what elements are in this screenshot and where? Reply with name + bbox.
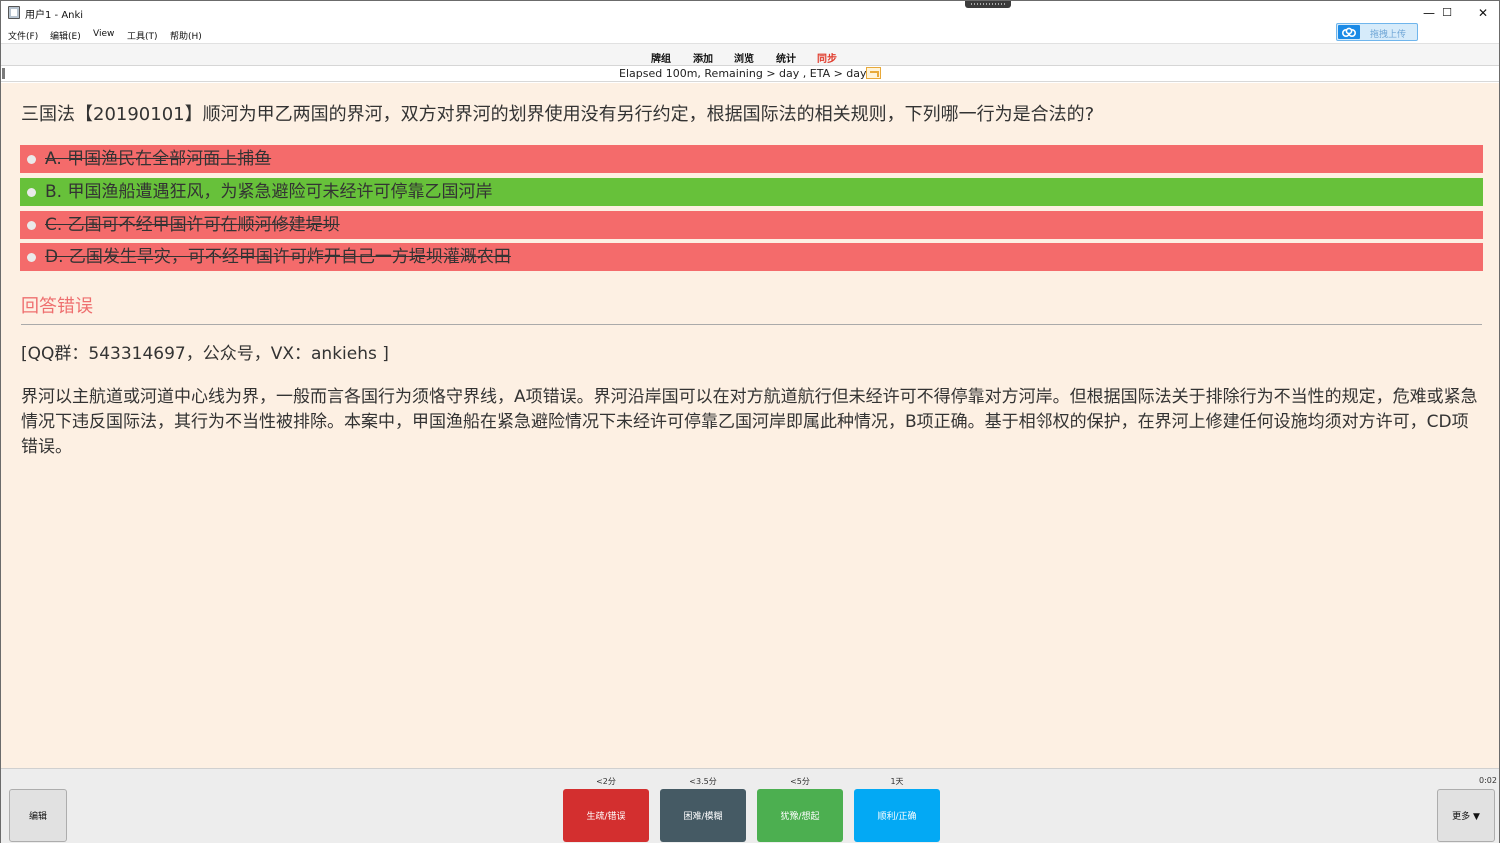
review-bottom-bar: 编辑 <2分 生疏/错误 <3.5分 困难/模糊 <5分 犹豫/想起 1天 顺利… <box>1 768 1499 843</box>
question-text: 三国法【20190101】顺河为甲乙两国的界河，双方对界河的划界使用没有另行约定… <box>21 104 1095 125</box>
option-c-text: C. 乙国可不经甲国许可在顺河修建堤坝 <box>45 215 340 235</box>
anki-window: 用户1 - Anki — ☐ ✕ 文件(F) 编辑(E) View 工具(T) … <box>0 0 1500 843</box>
sync-status-icon[interactable] <box>866 67 881 79</box>
answer-timer: 0:02 <box>1479 776 1497 785</box>
divider <box>21 324 1482 325</box>
card-content: 三国法【20190101】顺河为甲乙两国的界河，双方对界河的划界使用没有另行约定… <box>1 83 1499 768</box>
option-a[interactable]: A. 甲国渔民在全部河面上捕鱼 <box>20 145 1483 173</box>
easy-button[interactable]: 顺利/正确 <box>854 789 940 842</box>
toolbar-sync[interactable]: 同步 <box>817 50 837 65</box>
good-button[interactable]: 犹豫/想起 <box>757 789 843 842</box>
upload-label: 拖拽上传 <box>1370 30 1407 40</box>
option-d-text: D. 乙国发生旱灾，可不经甲国许可炸开自己一方堤坝灌溉农田 <box>45 247 511 267</box>
toolbar-browse[interactable]: 浏览 <box>734 50 754 65</box>
menu-file[interactable]: 文件(F) <box>8 29 38 42</box>
contact-info: [QQ群：543314697，公众号，VX：ankiehs ] <box>21 344 389 364</box>
window-handle[interactable] <box>965 1 1011 8</box>
option-d[interactable]: D. 乙国发生旱灾，可不经甲国许可炸开自己一方堤坝灌溉农田 <box>20 243 1483 271</box>
menu-help[interactable]: 帮助(H) <box>170 29 202 42</box>
toolbar-decks[interactable]: 牌组 <box>651 50 671 65</box>
window-title: 用户1 - Anki <box>25 10 84 21</box>
option-b-text: B. 甲国渔船遭遇狂风，为紧急避险可未经许可停靠乙国河岸 <box>45 182 493 202</box>
menu-bar: 文件(F) 编辑(E) View 工具(T) 帮助(H) <box>1 24 1499 43</box>
progress-status-bar: Elapsed 100m, Remaining > day , ETA > da… <box>1 66 1499 82</box>
main-toolbar: 牌组 添加 浏览 统计 同步 <box>1 43 1499 66</box>
radio-icon <box>27 221 36 230</box>
easy-interval: 1天 <box>890 777 904 786</box>
progress-status-text: Elapsed 100m, Remaining > day , ETA > da… <box>619 67 867 80</box>
option-a-text: A. 甲国渔民在全部河面上捕鱼 <box>45 149 272 169</box>
hard-interval: <3.5分 <box>689 777 717 786</box>
toolbar-add[interactable]: 添加 <box>693 50 713 65</box>
progress-marker <box>2 68 5 79</box>
option-c[interactable]: C. 乙国可不经甲国许可在顺河修建堤坝 <box>20 211 1483 239</box>
hard-button[interactable]: 困难/模糊 <box>660 789 746 842</box>
radio-icon <box>27 253 36 262</box>
upload-button[interactable]: 拖拽上传 <box>1336 23 1418 41</box>
menu-edit[interactable]: 编辑(E) <box>50 29 81 42</box>
radio-icon <box>27 188 36 197</box>
option-b[interactable]: B. 甲国渔船遭遇狂风，为紧急避险可未经许可停靠乙国河岸 <box>20 178 1483 206</box>
toolbar-stats[interactable]: 统计 <box>776 50 796 65</box>
cloud-icon <box>1338 25 1360 39</box>
menu-tools[interactable]: 工具(T) <box>127 29 158 42</box>
close-button[interactable]: ✕ <box>1465 1 1500 24</box>
explanation-text: 界河以主航道或河道中心线为界，一般而言各国行为须恪守界线，A项错误。界河沿岸国可… <box>21 387 1478 457</box>
again-button[interactable]: 生疏/错误 <box>563 789 649 842</box>
edit-button[interactable]: 编辑 <box>9 789 67 842</box>
radio-icon <box>27 155 36 164</box>
title-bar: 用户1 - Anki — ☐ ✕ <box>1 1 1499 24</box>
answer-verdict: 回答错误 <box>21 296 93 317</box>
anki-app-icon <box>8 6 20 19</box>
again-interval: <2分 <box>596 777 616 786</box>
more-button[interactable]: 更多 ▼ <box>1437 789 1495 842</box>
maximize-button[interactable]: ☐ <box>1429 1 1465 24</box>
good-interval: <5分 <box>790 777 810 786</box>
menu-view[interactable]: View <box>93 29 114 39</box>
